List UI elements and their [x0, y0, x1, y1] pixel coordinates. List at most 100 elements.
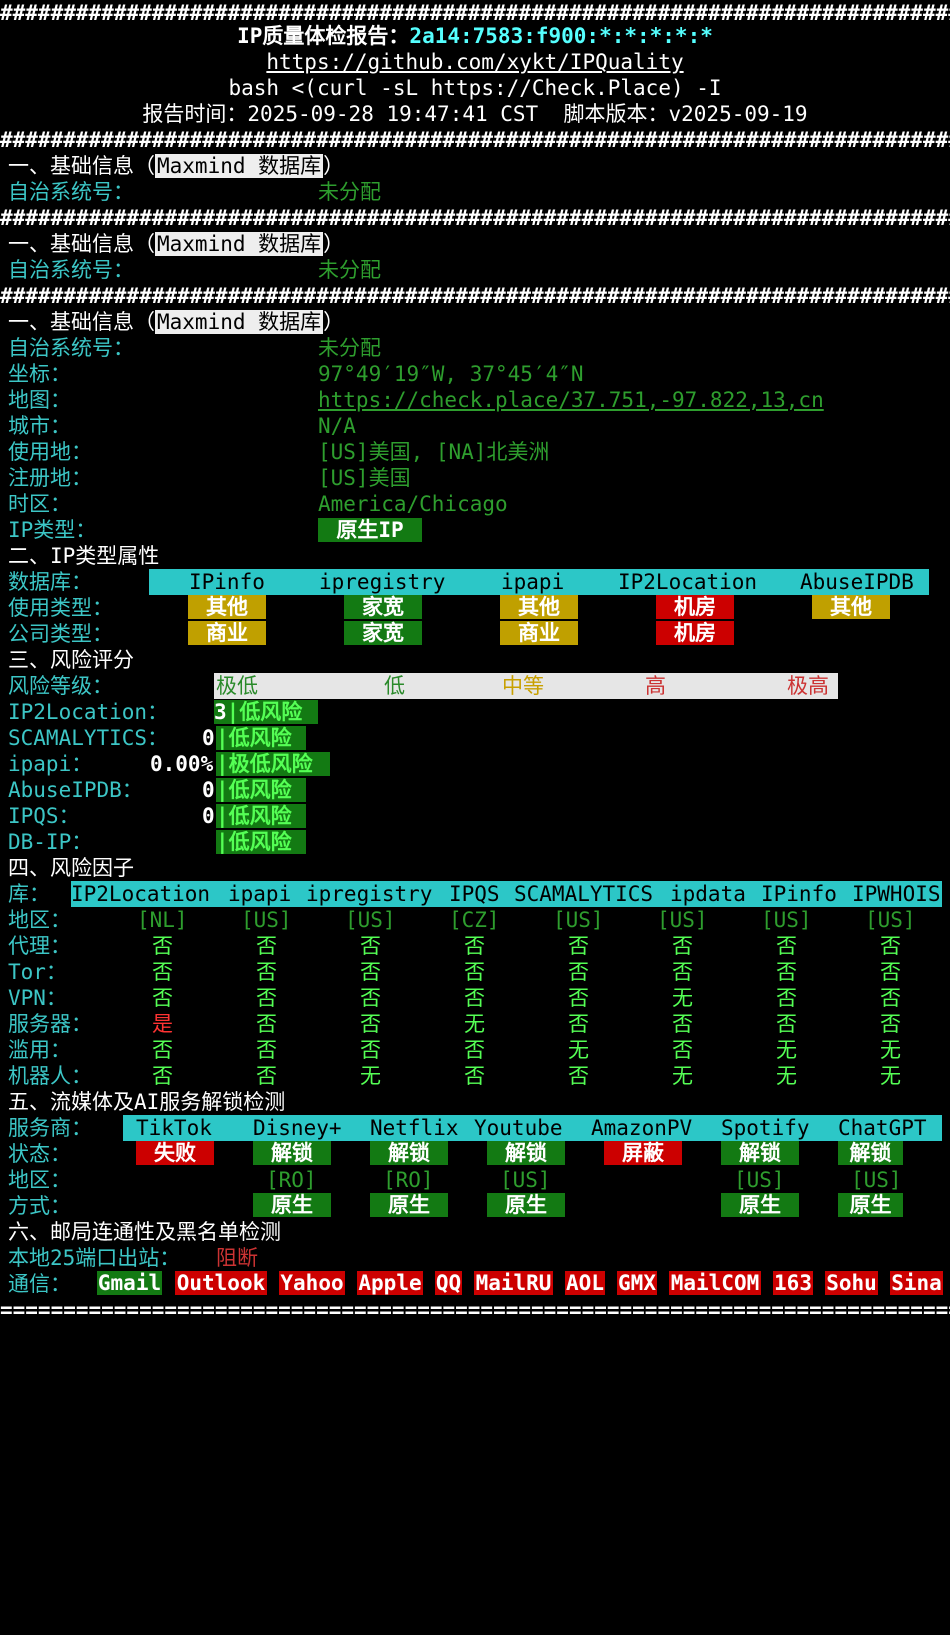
status-badge: 解锁: [253, 1141, 331, 1165]
usage-badge: 家宽: [344, 595, 422, 619]
port25-status: 阻断: [216, 1246, 258, 1270]
usage-badge: 其他: [812, 595, 890, 619]
factor-vpn-row: VPN： 否 否 否 否 否 无 否 否: [8, 986, 901, 1010]
mail-service-badge: Apple: [357, 1271, 423, 1295]
risk-score-bar: 3|低风险: [214, 700, 318, 724]
command-line: bash <(curl -sL https://Check.Place) -I: [0, 75, 950, 101]
mail-section-title: 六、邮局连通性及黑名单检测: [8, 1220, 281, 1244]
coord-row: 坐标： 97°49′19″W, 37°45′4″N: [8, 362, 584, 386]
mail-service-badge: AOL: [565, 1271, 605, 1295]
risk-score-bar: |低风险: [216, 830, 306, 854]
company-badge: 商业: [500, 621, 578, 645]
version-label: 脚本版本：: [563, 102, 669, 126]
risk-level-row: 风险等级： 极低 低 中等 高 极高: [0, 673, 950, 699]
company-badge: 商业: [188, 621, 266, 645]
risk-section-title: 三、风险评分: [8, 648, 134, 672]
usage-type-row: 使用类型： 其他 家宽 其他 机房 其他: [0, 595, 950, 621]
hash-divider: ########################################…: [0, 284, 950, 308]
asn-row: 自治系统号： 未分配: [8, 336, 381, 360]
company-type-row: 公司类型： 商业 家宽 商业 机房: [0, 621, 950, 647]
risk-row: IPQS： 0 |低风险: [0, 803, 950, 829]
mail-service-badge: Gmail: [97, 1271, 162, 1295]
report-time: 2025-09-28 19:47:41 CST: [247, 102, 539, 126]
db-ipapi: ipapi: [501, 570, 565, 594]
factors-section-title: 四、风险因子: [8, 856, 134, 880]
method-badge: 原生: [487, 1193, 565, 1217]
usage-badge: 其他: [188, 595, 266, 619]
media-region-row: 地区： [RO] [RO] [US] [US] [US]: [8, 1168, 902, 1192]
level-very-high: 极高: [787, 674, 829, 698]
basic-section-title: 一、基础信息（Maxmind 数据库）: [8, 310, 345, 334]
equals-divider: ========================================…: [0, 1298, 950, 1322]
level-very-low: 极低: [216, 674, 258, 698]
factor-server-row: 服务器： 是 否 否 无 否 否 否 否: [8, 1012, 901, 1036]
iptype-row: IP类型： 原生IP: [0, 517, 950, 543]
asn-row: 自治系统号： 未分配: [8, 180, 381, 204]
usage-badge: 其他: [500, 595, 578, 619]
company-badge: 机房: [656, 621, 734, 645]
risk-score-bar: |低风险: [216, 726, 306, 750]
media-section-title: 五、流媒体及AI服务解锁检测: [8, 1090, 286, 1114]
status-badge: 屏蔽: [604, 1141, 682, 1165]
timezone-row: 时区： America/Chicago: [8, 492, 508, 516]
risk-score-bar: |低风险: [216, 804, 306, 828]
risk-row: AbuseIPDB： 0 |低风险: [0, 777, 950, 803]
mail-service-badge: GMX: [617, 1271, 657, 1295]
iptype-section-title: 二、IP类型属性: [8, 544, 160, 568]
method-badge: 原生: [370, 1193, 448, 1217]
factor-region-row: 地区： [NL] [US] [US] [CZ] [US] [US] [US] […: [8, 908, 916, 932]
maxmind-db-tag: Maxmind 数据库: [155, 232, 324, 256]
risk-row: DB-IP： |低风险: [0, 829, 950, 855]
hash-divider: ########################################…: [0, 128, 950, 152]
maxmind-db-tag: Maxmind 数据库: [155, 154, 324, 178]
company-badge: 家宽: [344, 621, 422, 645]
report-title: IP质量体检报告：2a14:7583:f900:*:*:*:*:*: [0, 23, 950, 49]
factors-db-row: 库： IP2Location ipapi ipregistry IPQS SCA…: [8, 881, 942, 907]
level-medium: 中等: [502, 674, 544, 698]
risk-row: SCAMALYTICS： 0 |低风险: [0, 725, 950, 751]
risk-score-bar: |极低风险: [216, 752, 330, 776]
mail-service-badge: MailRU: [474, 1271, 553, 1295]
registration-row: 注册地： [US]美国: [8, 466, 411, 490]
native-ip-badge: 原生IP: [318, 518, 422, 542]
factor-proxy-row: 代理： 否 否 否 否 否 否 否 否: [8, 934, 901, 958]
mail-service-badge: Sohu: [825, 1271, 878, 1295]
media-status-row: 状态： 失败 解锁 解锁 解锁 屏蔽 解锁 解锁: [0, 1141, 950, 1167]
usage-location-row: 使用地： [US]美国, [NA]北美洲: [8, 440, 550, 464]
repo-line: https://github.com/xykt/IPQuality: [0, 49, 950, 75]
maxmind-db-tag: Maxmind 数据库: [155, 310, 324, 334]
db-ip2location: IP2Location: [618, 570, 758, 594]
risk-row: IP2Location： 3|低风险: [0, 699, 950, 725]
map-link[interactable]: https://check.place/37.751,-97.822,13,cn: [318, 387, 824, 413]
db-ipinfo: IPinfo: [189, 570, 265, 594]
status-badge: 解锁: [487, 1141, 565, 1165]
status-badge: 解锁: [370, 1141, 448, 1165]
mail-service-badge: Yahoo: [279, 1271, 345, 1295]
iptype-db-row: 数据库： IPinfo ipregistry ipapi IP2Location…: [0, 569, 950, 595]
db-ipregistry: ipregistry: [319, 570, 446, 594]
hash-divider: ########################################…: [0, 206, 950, 230]
city-row: 城市： N/A: [8, 414, 356, 438]
media-method-row: 方式： 原生 原生 原生 原生 原生: [0, 1193, 950, 1219]
mail-service-badge: Sina: [890, 1271, 943, 1295]
title-prefix: IP质量体检报告：: [237, 24, 410, 48]
mail-service-badge: Outlook: [175, 1271, 267, 1295]
risk-score-bar: |低风险: [216, 778, 306, 802]
report-meta: 报告时间：2025-09-28 19:47:41 CST 脚本版本：v2025-…: [0, 101, 950, 127]
asn-row: 自治系统号： 未分配: [8, 258, 381, 282]
mail-service-badge: QQ: [435, 1271, 462, 1295]
report-time-label: 报告时间：: [142, 102, 248, 126]
factor-tor-row: Tor： 否 否 否 否 否 否 否 否: [8, 960, 901, 984]
factor-bot-row: 机器人： 否 否 无 否 否 无 无 无: [8, 1064, 901, 1088]
mail-service-badge: MailCOM: [669, 1271, 761, 1295]
db-abuseipdb: AbuseIPDB: [800, 570, 914, 594]
method-badge: 原生: [838, 1193, 903, 1217]
method-badge: 原生: [721, 1193, 799, 1217]
risk-row: ipapi： 0.00% |极低风险: [0, 751, 950, 777]
map-row: 地图： https://check.place/37.751,-97.822,13…: [8, 387, 824, 413]
factor-abuse-row: 滥用： 否 否 否 否 无 否 无 无: [8, 1038, 901, 1062]
method-badge: 原生: [253, 1193, 331, 1217]
repo-link[interactable]: https://github.com/xykt/IPQuality: [0, 49, 950, 75]
command-text: bash <(curl -sL https://Check.Place) -I: [228, 76, 722, 100]
basic-section-title: 一、基础信息（Maxmind 数据库）: [8, 154, 345, 178]
